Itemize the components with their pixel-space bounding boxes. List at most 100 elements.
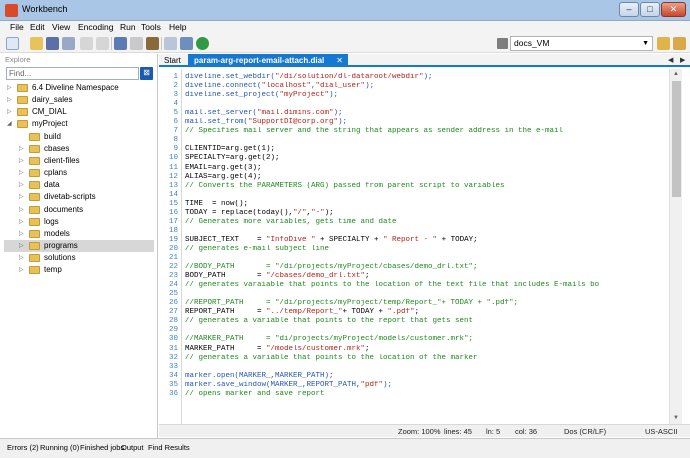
save-all-icon[interactable]: [62, 37, 75, 50]
menu-edit[interactable]: Edit: [30, 22, 45, 32]
expand-arrow-icon[interactable]: ▷: [7, 106, 12, 118]
code-line[interactable]: TODAY = replace(today(),"/","-");: [185, 209, 679, 218]
tree-item[interactable]: ▷ divetab-scripts: [4, 191, 154, 203]
scrollbar-thumb[interactable]: [672, 81, 681, 197]
expand-arrow-icon[interactable]: ▷: [19, 204, 24, 216]
code-line[interactable]: diveline.set_webdir("/di/solution/dl-dat…: [185, 73, 679, 82]
code-line[interactable]: // Generates more variables, gets time a…: [185, 218, 679, 227]
code-line[interactable]: // generates e-mail subject line: [185, 245, 679, 254]
code-line[interactable]: CLIENTID=arg.get(1);: [185, 145, 679, 154]
code-line[interactable]: // generates a variable that points to t…: [185, 354, 679, 363]
expand-arrow-icon[interactable]: ▷: [7, 94, 12, 106]
expand-arrow-icon[interactable]: ▷: [19, 252, 24, 264]
replace-icon[interactable]: [180, 37, 193, 50]
tree-item[interactable]: ▷ CM_DIAL: [4, 106, 154, 118]
expand-arrow-icon[interactable]: ▷: [19, 179, 24, 191]
expand-arrow-icon[interactable]: ▷: [19, 240, 24, 252]
code-line[interactable]: diveline.set_project("myProject");: [185, 91, 679, 100]
tree-item[interactable]: ▷ dairy_sales: [4, 94, 154, 106]
tree-item[interactable]: ▷ 6.4 Diveline Namespace: [4, 82, 154, 94]
open-folder-icon[interactable]: [30, 37, 43, 50]
expand-arrow-icon[interactable]: ▷: [7, 82, 12, 94]
code-line[interactable]: ALIAS=arg.get(4);: [185, 173, 679, 182]
code-line[interactable]: //MARKER_PATH = "di/projects/myProject/m…: [185, 335, 679, 344]
tab-running[interactable]: Running (0): [40, 443, 79, 452]
clear-find-icon[interactable]: ⊠: [140, 67, 153, 80]
menu-file[interactable]: File: [10, 22, 24, 32]
code-line[interactable]: SPECIALTY=arg.get(2);: [185, 154, 679, 163]
code-line[interactable]: mail.set_server("mail.dimins.com");: [185, 109, 679, 118]
scroll-down-icon[interactable]: ▼: [673, 415, 679, 421]
menu-help[interactable]: Help: [169, 22, 186, 32]
run-icon[interactable]: [196, 37, 209, 50]
scroll-up-icon[interactable]: ▲: [673, 71, 679, 77]
minimize-button[interactable]: –: [619, 2, 639, 17]
code-line[interactable]: marker.open(MARKER_,MARKER_PATH);: [185, 372, 679, 381]
code-line[interactable]: // generates varaiable that points to th…: [185, 281, 679, 290]
code-line[interactable]: TIME = now();: [185, 200, 679, 209]
tree-item[interactable]: ▷ cplans: [4, 167, 154, 179]
tab-start[interactable]: Start: [162, 54, 183, 67]
tab-find-results[interactable]: Find Results: [148, 443, 190, 452]
tab-finished-jobs[interactable]: Finished jobs: [80, 443, 124, 452]
project-select[interactable]: docs_VM ▼: [510, 36, 653, 51]
tree-item[interactable]: ▷ cbases: [4, 143, 154, 155]
code-line[interactable]: EMAIL=arg.get(3);: [185, 164, 679, 173]
expand-arrow-icon[interactable]: ▷: [19, 228, 24, 240]
tab-scroll-left-icon[interactable]: ◀: [668, 54, 673, 67]
find-input[interactable]: [6, 67, 139, 80]
tree-item[interactable]: ▷ models: [4, 228, 154, 240]
code-line[interactable]: marker.save_window(MARKER_,REPORT_PATH,"…: [185, 381, 679, 390]
tree-item[interactable]: ▷ solutions: [4, 252, 154, 264]
new-file-icon[interactable]: [6, 37, 19, 50]
maximize-button[interactable]: □: [640, 2, 660, 17]
menu-view[interactable]: View: [52, 22, 70, 32]
code-line[interactable]: BODY_PATH = "/cbases/demo_drl.txt";: [185, 272, 679, 281]
tab-scroll-right-icon[interactable]: ▶: [680, 54, 685, 67]
copy-icon[interactable]: [130, 37, 143, 50]
tree-item[interactable]: build: [4, 131, 154, 143]
paste-icon[interactable]: [146, 37, 159, 50]
collapse-arrow-icon[interactable]: ◢: [7, 118, 12, 130]
close-button[interactable]: ✕: [661, 2, 686, 17]
code-line[interactable]: // opens marker and save report: [185, 390, 679, 399]
menu-run[interactable]: Run: [120, 22, 136, 32]
expand-arrow-icon[interactable]: ▷: [19, 155, 24, 167]
expand-arrow-icon[interactable]: ▷: [19, 191, 24, 203]
tools-icon[interactable]: [673, 37, 686, 50]
code-line[interactable]: // Specifies mail server and the string …: [185, 127, 679, 136]
menu-encoding[interactable]: Encoding: [78, 22, 113, 32]
code-line[interactable]: diveline.connect("localhost","dial_user"…: [185, 82, 679, 91]
tab-output[interactable]: Output: [121, 443, 144, 452]
code-editor[interactable]: 1 2 3 4 5 6 7 8 9 10 11 12 13 14 15 16 17 18 19 20 21 22 23 24 2…: [159, 69, 690, 424]
find-icon[interactable]: [164, 37, 177, 50]
cut-icon[interactable]: [114, 37, 127, 50]
undo-icon[interactable]: [80, 37, 93, 50]
settings-icon[interactable]: [657, 37, 670, 50]
code-line[interactable]: mail.set_from("SupportDI@corp.org");: [185, 118, 679, 127]
tree-item[interactable]: ◢ myProject: [4, 118, 154, 130]
tree-item[interactable]: ▷ temp: [4, 264, 154, 276]
tree-item[interactable]: ▷ logs: [4, 216, 154, 228]
tab-errors[interactable]: Errors (2): [7, 443, 39, 452]
tree-item[interactable]: ▷ data: [4, 179, 154, 191]
tree-item[interactable]: ▷ client-files: [4, 155, 154, 167]
code-line[interactable]: //BODY_PATH = "/di/projects/myProject/cb…: [185, 263, 679, 272]
close-tab-icon[interactable]: ✕: [336, 54, 343, 67]
code-line[interactable]: //REPORT_PATH = "/di/projects/myProject/…: [185, 299, 679, 308]
expand-arrow-icon[interactable]: ▷: [19, 216, 24, 228]
code-line[interactable]: // Converts the PARAMETERS (ARG) passed …: [185, 182, 679, 191]
tree-item[interactable]: ▷ programs: [4, 239, 154, 252]
save-icon[interactable]: [46, 37, 59, 50]
redo-icon[interactable]: [96, 37, 109, 50]
expand-arrow-icon[interactable]: ▷: [19, 143, 24, 155]
menu-tools[interactable]: Tools: [141, 22, 161, 32]
code-line[interactable]: // generates a variable that points to t…: [185, 317, 679, 326]
code-line[interactable]: SUBJECT_TEXT = "InfoDive " + SPECIALTY +…: [185, 236, 679, 245]
code-line[interactable]: MARKER_PATH = "/models/customer.mrk";: [185, 345, 679, 354]
expand-arrow-icon[interactable]: ▷: [19, 167, 24, 179]
code-line[interactable]: REPORT_PATH = "../temp/Report_"+ TODAY +…: [185, 308, 679, 317]
editor-vertical-scrollbar[interactable]: ▲ ▼: [669, 69, 682, 424]
tab-active-file[interactable]: param-arg-report-email-attach.dial ✕: [188, 54, 348, 67]
tree-item[interactable]: ▷ documents: [4, 204, 154, 216]
